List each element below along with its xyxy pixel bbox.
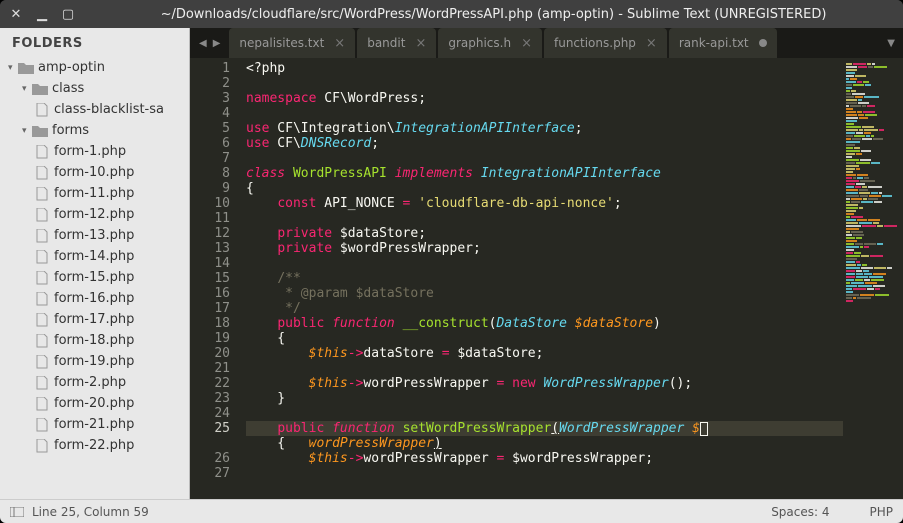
window-title: ~/Downloads/cloudflare/src/WordPress/Wor… [94, 7, 893, 22]
file-icon [36, 334, 48, 348]
tab[interactable]: rank-api.txt [669, 28, 777, 58]
folder-label: forms [52, 123, 89, 138]
folder-icon [32, 83, 48, 95]
tree-file[interactable]: form-10.php [0, 162, 189, 183]
tree-folder-forms[interactable]: ▾ forms [0, 120, 189, 141]
file-icon [36, 250, 48, 264]
file-label: form-22.php [54, 438, 134, 453]
file-icon [36, 376, 48, 390]
file-icon [36, 208, 48, 222]
file-label: form-13.php [54, 228, 134, 243]
titlebar: ✕ ▁ ▢ ~/Downloads/cloudflare/src/WordPre… [0, 0, 903, 28]
file-label: form-1.php [54, 144, 126, 159]
file-label: form-20.php [54, 396, 134, 411]
minimize-icon[interactable]: ▁ [36, 8, 48, 20]
file-icon [36, 187, 48, 201]
maximize-icon[interactable]: ▢ [62, 8, 74, 20]
chevron-down-icon: ▾ [22, 84, 32, 94]
tree-file[interactable]: form-21.php [0, 414, 189, 435]
file-icon [36, 418, 48, 432]
statusbar: Line 25, Column 59 Spaces: 4 PHP [0, 499, 903, 523]
file-icon [36, 166, 48, 180]
tab[interactable]: graphics.h × [438, 28, 542, 58]
tab[interactable]: nepalisites.txt × [229, 28, 355, 58]
minimap[interactable] [843, 58, 903, 499]
tab-label: graphics.h [448, 36, 511, 50]
close-icon[interactable]: × [521, 36, 532, 51]
cursor-position: Line 25, Column 59 [32, 505, 149, 519]
tree-file[interactable]: form-13.php [0, 225, 189, 246]
tab-label: rank-api.txt [679, 36, 749, 50]
line-gutter: 1234567891011121314151617181920212223242… [190, 58, 238, 499]
file-icon [36, 439, 48, 453]
file-label: form-21.php [54, 417, 134, 432]
chevron-down-icon: ▾ [22, 126, 32, 136]
code-editor[interactable]: <?phpnamespace CF\WordPress;use CF\Integ… [238, 58, 843, 499]
tree-file[interactable]: form-12.php [0, 204, 189, 225]
chevron-down-icon: ▾ [8, 63, 18, 73]
folder-icon [18, 62, 34, 74]
folder-label: amp-optin [38, 60, 105, 75]
tree-file[interactable]: form-2.php [0, 372, 189, 393]
dirty-indicator-icon [759, 39, 767, 47]
close-icon[interactable]: × [334, 36, 345, 51]
file-icon [36, 145, 48, 159]
tree-file[interactable]: form-22.php [0, 435, 189, 456]
file-icon [36, 397, 48, 411]
file-label: form-18.php [54, 333, 134, 348]
file-label: form-14.php [54, 249, 134, 264]
file-icon [36, 292, 48, 306]
file-label: form-15.php [54, 270, 134, 285]
sidebar-header: FOLDERS [0, 28, 189, 57]
tree-file[interactable]: form-16.php [0, 288, 189, 309]
folder-tree: ▾ amp-optin ▾ class class-blacklist-sa ▾… [0, 57, 189, 499]
file-label: form-2.php [54, 375, 126, 390]
tab-nav: ◀ ▶ [190, 28, 229, 58]
tree-file[interactable]: class-blacklist-sa [0, 99, 189, 120]
syntax-setting[interactable]: PHP [870, 505, 894, 519]
file-label: form-19.php [54, 354, 134, 369]
close-icon[interactable]: × [646, 36, 657, 51]
tree-root[interactable]: ▾ amp-optin [0, 57, 189, 78]
tree-file[interactable]: form-15.php [0, 267, 189, 288]
indent-setting[interactable]: Spaces: 4 [771, 505, 829, 519]
sidebar: FOLDERS ▾ amp-optin ▾ class class-blackl… [0, 28, 190, 499]
tree-file[interactable]: form-17.php [0, 309, 189, 330]
folder-icon [32, 125, 48, 137]
tab-label: nepalisites.txt [239, 36, 324, 50]
close-icon[interactable]: ✕ [10, 8, 22, 20]
tree-file[interactable]: form-20.php [0, 393, 189, 414]
file-icon [36, 313, 48, 327]
tree-file[interactable]: form-19.php [0, 351, 189, 372]
tab-menu-icon[interactable]: ▼ [879, 28, 903, 58]
tab-next-icon[interactable]: ▶ [210, 38, 224, 49]
tab-prev-icon[interactable]: ◀ [196, 38, 210, 49]
tree-file[interactable]: form-18.php [0, 330, 189, 351]
panel-icon[interactable] [10, 507, 24, 517]
tabbar: ◀ ▶ nepalisites.txt×bandit×graphics.h×fu… [190, 28, 903, 58]
file-label: form-17.php [54, 312, 134, 327]
file-icon [36, 271, 48, 285]
tree-file[interactable]: form-1.php [0, 141, 189, 162]
tab-label: bandit [367, 36, 405, 50]
tab[interactable]: bandit × [357, 28, 436, 58]
tree-file[interactable]: form-14.php [0, 246, 189, 267]
file-icon [36, 229, 48, 243]
tree-folder-class[interactable]: ▾ class [0, 78, 189, 99]
tab[interactable]: functions.php × [544, 28, 667, 58]
file-icon [36, 103, 48, 117]
tab-label: functions.php [554, 36, 636, 50]
file-label: form-16.php [54, 291, 134, 306]
file-icon [36, 355, 48, 369]
file-label: class-blacklist-sa [54, 102, 164, 117]
tree-file[interactable]: form-11.php [0, 183, 189, 204]
file-label: form-12.php [54, 207, 134, 222]
file-label: form-11.php [54, 186, 134, 201]
file-label: form-10.php [54, 165, 134, 180]
folder-label: class [52, 81, 84, 96]
close-icon[interactable]: × [415, 36, 426, 51]
